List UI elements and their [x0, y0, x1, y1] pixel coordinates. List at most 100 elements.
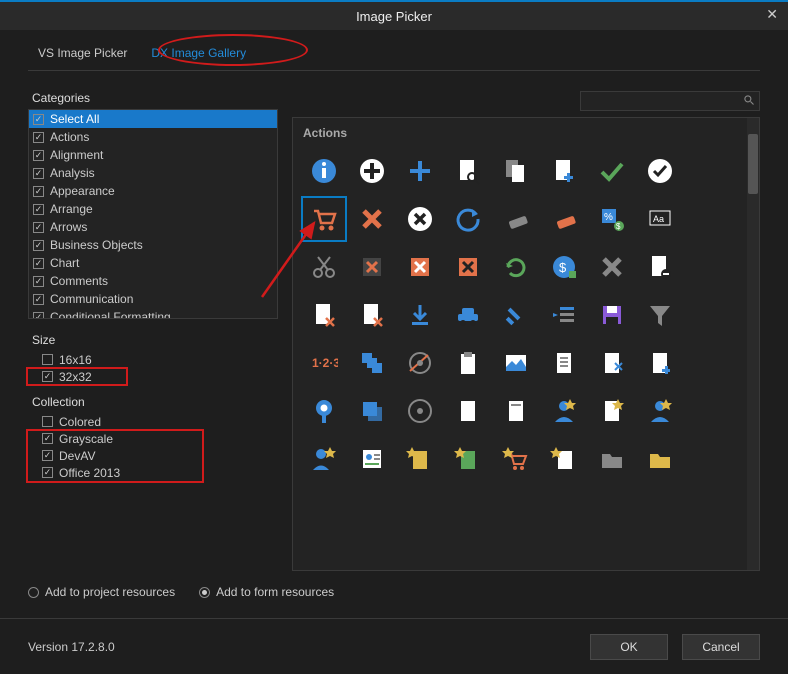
plus-icon[interactable] — [397, 148, 443, 194]
category-row[interactable]: Communication — [29, 290, 277, 308]
target-icon[interactable] — [397, 340, 443, 386]
categories-list[interactable]: Select AllActionsAlignmentAnalysisAppear… — [28, 109, 278, 319]
collection-row[interactable]: Grayscale — [28, 430, 278, 447]
windows-icon[interactable] — [349, 340, 395, 386]
user-star-icon[interactable] — [541, 388, 587, 434]
checkbox-icon[interactable] — [33, 168, 44, 179]
checkbox-icon[interactable] — [42, 371, 53, 382]
page2-icon[interactable] — [493, 388, 539, 434]
checkbox-icon[interactable] — [33, 294, 44, 305]
ok-button[interactable]: OK — [590, 634, 668, 660]
checkbox-icon[interactable] — [33, 258, 44, 269]
profile-icon[interactable] — [349, 436, 395, 482]
123-icon[interactable]: 1·2·3 — [301, 340, 347, 386]
doc-minus-icon[interactable] — [637, 244, 683, 290]
page-star-icon[interactable] — [589, 388, 635, 434]
checkbox-icon[interactable] — [33, 240, 44, 251]
money-icon[interactable]: $ — [541, 244, 587, 290]
gallery-scrollbar[interactable] — [747, 118, 759, 570]
checkbox-icon[interactable] — [33, 150, 44, 161]
doc-copy-icon[interactable] — [493, 148, 539, 194]
page-new2-icon[interactable] — [541, 436, 587, 482]
disc-icon[interactable] — [397, 388, 443, 434]
checkbox-icon[interactable] — [42, 354, 53, 365]
doc-search-icon[interactable] — [445, 148, 491, 194]
eraser-icon[interactable] — [493, 196, 539, 242]
category-row[interactable]: Comments — [29, 272, 277, 290]
rename-icon[interactable]: Aa — [637, 196, 683, 242]
checkbox-icon[interactable] — [33, 222, 44, 233]
note-new-icon[interactable] — [445, 436, 491, 482]
x-box2-icon[interactable] — [397, 244, 443, 290]
tab-vs-image-picker[interactable]: VS Image Picker — [34, 44, 131, 62]
category-row[interactable]: Arrange — [29, 200, 277, 218]
folder2-icon[interactable] — [637, 436, 683, 482]
doc-del-icon[interactable] — [301, 292, 347, 338]
x-circle-icon[interactable] — [397, 196, 443, 242]
pin-icon[interactable] — [301, 388, 347, 434]
radio-project-resources[interactable]: Add to project resources — [28, 585, 175, 599]
scrollbar-thumb[interactable] — [748, 134, 758, 194]
category-row[interactable]: Conditional Formatting — [29, 308, 277, 319]
refresh-icon[interactable] — [493, 244, 539, 290]
clipboard-icon[interactable] — [445, 340, 491, 386]
checkbox-icon[interactable] — [33, 186, 44, 197]
checkbox-icon[interactable] — [42, 450, 53, 461]
category-row[interactable]: Appearance — [29, 182, 277, 200]
checkbox-icon[interactable] — [42, 467, 53, 478]
layers-icon[interactable] — [349, 388, 395, 434]
add-circle-icon[interactable] — [349, 148, 395, 194]
category-row[interactable]: Business Objects — [29, 236, 277, 254]
doc-add-icon[interactable] — [541, 148, 587, 194]
size-row[interactable]: 16x16 — [28, 351, 278, 368]
cancel-button[interactable]: Cancel — [682, 634, 760, 660]
cart-icon[interactable] — [301, 196, 347, 242]
picture-icon[interactable] — [493, 340, 539, 386]
filter-icon[interactable] — [637, 292, 683, 338]
doc-x-icon[interactable] — [349, 292, 395, 338]
about-icon[interactable] — [301, 148, 347, 194]
category-row[interactable]: Actions — [29, 128, 277, 146]
doc-open-icon[interactable] — [589, 340, 635, 386]
collection-row[interactable]: DevAV — [28, 447, 278, 464]
car-icon[interactable] — [445, 292, 491, 338]
indent-icon[interactable] — [541, 292, 587, 338]
category-row[interactable]: Arrows — [29, 218, 277, 236]
collection-row[interactable]: Office 2013 — [28, 464, 278, 481]
edit-icon[interactable] — [493, 292, 539, 338]
checkbox-icon[interactable] — [33, 114, 44, 125]
search-icon[interactable] — [743, 94, 755, 109]
download-icon[interactable] — [397, 292, 443, 338]
page-new-icon[interactable] — [397, 436, 443, 482]
save-icon[interactable] — [589, 292, 635, 338]
category-row[interactable]: Chart — [29, 254, 277, 272]
tab-dx-image-gallery[interactable]: DX Image Gallery — [147, 44, 250, 62]
x-gray-icon[interactable] — [589, 244, 635, 290]
user-edit-icon[interactable] — [301, 436, 347, 482]
radio-form-resources[interactable]: Add to form resources — [199, 585, 334, 599]
cut-icon[interactable] — [301, 244, 347, 290]
folder-icon[interactable] — [589, 436, 635, 482]
size-row[interactable]: 32x32 — [28, 368, 278, 385]
cart-new-icon[interactable] — [493, 436, 539, 482]
close-icon[interactable]: ✕ — [766, 6, 778, 23]
checkbox-icon[interactable] — [33, 204, 44, 215]
checkbox-icon[interactable] — [33, 132, 44, 143]
refresh-alt-icon[interactable] — [445, 196, 491, 242]
x-red-icon[interactable] — [349, 196, 395, 242]
check-icon[interactable] — [589, 148, 635, 194]
search-box[interactable] — [580, 91, 760, 111]
checkbox-icon[interactable] — [42, 433, 53, 444]
checkbox-icon[interactable] — [33, 312, 44, 320]
discount-icon[interactable]: %$ — [589, 196, 635, 242]
x-box3-icon[interactable] — [445, 244, 491, 290]
checkbox-icon[interactable] — [33, 276, 44, 287]
category-row[interactable]: Select All — [29, 110, 277, 128]
collection-row[interactable]: Colored — [28, 413, 278, 430]
ok-circle-icon[interactable] — [637, 148, 683, 194]
user-plus-icon[interactable] — [637, 388, 683, 434]
doc-plus-icon[interactable] — [637, 340, 683, 386]
x-box-icon[interactable] — [349, 244, 395, 290]
category-row[interactable]: Alignment — [29, 146, 277, 164]
eraser-red-icon[interactable] — [541, 196, 587, 242]
